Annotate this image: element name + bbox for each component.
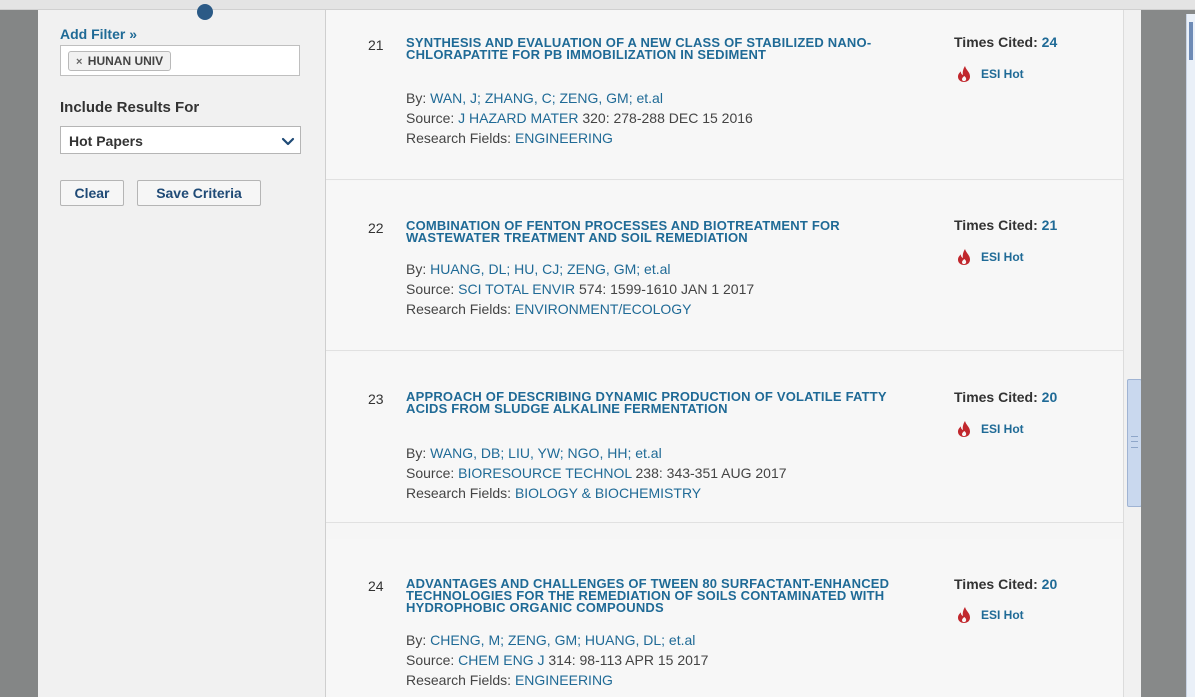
source-journal-link[interactable]: SCI TOTAL ENVIR [458,281,575,297]
times-cited: Times Cited: 21 [954,217,1057,233]
source-detail: 320: 278-288 DEC 15 2016 [582,110,753,126]
record-title-link[interactable]: ADVANTAGES AND CHALLENGES OF TWEEN 80 SU… [406,577,916,614]
fields-label: Research Fields: [406,301,512,317]
scrollbar-thumb[interactable] [1127,379,1142,507]
fields-label: Research Fields: [406,672,512,688]
field-link[interactable]: ENVIRONMENT/ECOLOGY [515,301,692,317]
by-label: By: [406,261,427,277]
field-link[interactable]: ENGINEERING [515,672,613,688]
authors-link[interactable]: HUANG, DL; HU, CJ; ZENG, GM; et.al [430,261,670,277]
clear-button[interactable]: Clear [60,180,124,206]
source-label: Source: [406,110,455,126]
record-authors: By: WANG, DB; LIU, YW; NGO, HH; et.al [406,444,662,462]
esi-hot-badge: ESI Hot [956,247,1024,267]
record-source: Source: SCI TOTAL ENVIR 574: 1599-1610 J… [406,280,754,298]
results-scrollbar[interactable] [1123,10,1142,697]
times-cited-label: Times Cited: [954,576,1038,592]
include-results-select[interactable]: Hot Papers [60,126,301,154]
times-cited-count[interactable]: 21 [1042,217,1058,233]
times-cited-count[interactable]: 20 [1042,576,1058,592]
source-journal-link[interactable]: BIORESOURCE TECHNOL [458,465,631,481]
record-fields: Research Fields: BIOLOGY & BIOCHEMISTRY [406,484,701,502]
record-fields: Research Fields: ENGINEERING [406,129,613,147]
result-record: 23 APPROACH OF DESCRIBING DYNAMIC PRODUC… [326,353,1137,523]
include-results-value: Hot Papers [69,133,143,149]
window-top-border [0,0,1195,10]
by-label: By: [406,445,427,461]
record-title-link[interactable]: SYNTHESIS AND EVALUATION OF A NEW CLASS … [406,36,916,61]
esi-hot-label: ESI Hot [981,608,1024,622]
record-authors: By: HUANG, DL; HU, CJ; ZENG, GM; et.al [406,260,671,278]
flame-icon [958,66,970,82]
filter-input[interactable]: × HUNAN UNIV [60,45,300,76]
record-title-link[interactable]: COMBINATION OF FENTON PROCESSES AND BIOT… [406,219,916,244]
record-number: 23 [368,391,384,407]
record-number: 22 [368,220,384,236]
chevron-down-icon [281,137,295,146]
by-label: By: [406,632,427,648]
results-list: 21 SYNTHESIS AND EVALUATION OF A NEW CLA… [326,10,1137,697]
flame-icon [958,607,970,623]
fields-label: Research Fields: [406,485,512,501]
times-cited: Times Cited: 20 [954,576,1057,592]
result-record: 22 COMBINATION OF FENTON PROCESSES AND B… [326,181,1137,351]
source-label: Source: [406,652,455,668]
help-icon[interactable] [197,4,213,20]
record-source: Source: J HAZARD MATER 320: 278-288 DEC … [406,109,753,127]
esi-hot-label: ESI Hot [981,67,1024,81]
scrollbar-grip-icon [1131,436,1138,448]
remove-tag-icon[interactable]: × [76,56,82,68]
right-edge-indicator [1189,22,1193,60]
record-number: 24 [368,578,384,594]
field-link[interactable]: BIOLOGY & BIOCHEMISTRY [515,485,701,501]
esi-hot-badge: ESI Hot [956,605,1024,625]
times-cited-label: Times Cited: [954,34,1038,50]
record-title-link[interactable]: APPROACH OF DESCRIBING DYNAMIC PRODUCTIO… [406,390,916,415]
filter-sidebar: Add Filter » × HUNAN UNIV Include Result… [38,4,326,697]
esi-hot-badge: ESI Hot [956,419,1024,439]
esi-hot-label: ESI Hot [981,422,1024,436]
times-cited-label: Times Cited: [954,389,1038,405]
source-label: Source: [406,465,455,481]
times-cited-label: Times Cited: [954,217,1038,233]
times-cited: Times Cited: 20 [954,389,1057,405]
source-detail: 574: 1599-1610 JAN 1 2017 [579,281,755,297]
right-edge-panel [1186,14,1195,697]
authors-link[interactable]: WAN, J; ZHANG, C; ZENG, GM; et.al [430,90,663,106]
authors-link[interactable]: CHENG, M; ZENG, GM; HUANG, DL; et.al [430,632,695,648]
record-authors: By: WAN, J; ZHANG, C; ZENG, GM; et.al [406,89,663,107]
source-journal-link[interactable]: CHEM ENG J [458,652,544,668]
flame-icon [958,421,970,437]
times-cited-count[interactable]: 20 [1042,389,1058,405]
record-authors: By: CHENG, M; ZENG, GM; HUANG, DL; et.al [406,631,695,649]
filter-tag-label: HUNAN UNIV [87,54,164,68]
include-results-label: Include Results For [60,99,200,116]
record-number: 21 [368,37,384,53]
record-fields: Research Fields: ENVIRONMENT/ECOLOGY [406,300,692,318]
times-cited: Times Cited: 24 [954,34,1057,50]
by-label: By: [406,90,427,106]
field-link[interactable]: ENGINEERING [515,130,613,146]
authors-link[interactable]: WANG, DB; LIU, YW; NGO, HH; et.al [430,445,662,461]
record-source: Source: CHEM ENG J 314: 98-113 APR 15 20… [406,651,708,669]
esi-hot-badge: ESI Hot [956,64,1024,84]
left-gutter [0,10,38,697]
add-filter-link[interactable]: Add Filter » [60,26,137,42]
flame-icon [958,249,970,265]
fields-label: Research Fields: [406,130,512,146]
source-journal-link[interactable]: J HAZARD MATER [458,110,578,126]
save-criteria-button[interactable]: Save Criteria [137,180,261,206]
esi-hot-label: ESI Hot [981,250,1024,264]
times-cited-count[interactable]: 24 [1042,34,1058,50]
record-fields: Research Fields: ENGINEERING [406,671,613,689]
result-record: 24 ADVANTAGES AND CHALLENGES OF TWEEN 80… [326,539,1137,697]
filter-tag[interactable]: × HUNAN UNIV [68,51,172,71]
source-label: Source: [406,281,455,297]
source-detail: 238: 343-351 AUG 2017 [635,465,787,481]
result-record: 21 SYNTHESIS AND EVALUATION OF A NEW CLA… [326,10,1137,180]
source-detail: 314: 98-113 APR 15 2017 [548,652,709,668]
record-source: Source: BIORESOURCE TECHNOL 238: 343-351… [406,464,787,482]
